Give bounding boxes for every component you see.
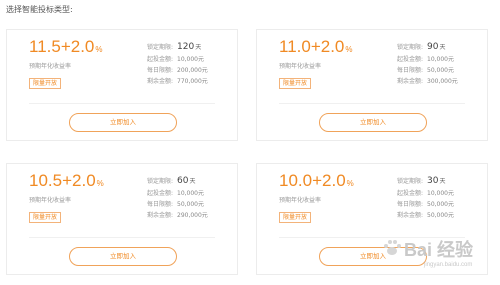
rate-value: 10.5+2.0% <box>29 171 104 191</box>
lock-period-label: 锁定期限: <box>147 44 174 51</box>
daily-limit-value: 50,000元 <box>427 201 454 208</box>
daily-limit-row: 每日限额: 50,000元 <box>397 65 458 76</box>
daily-limit-value: 50,000元 <box>427 67 454 74</box>
limited-badge: 限量开放 <box>29 78 62 89</box>
remaining-amount-label: 剩余金额: <box>397 78 424 85</box>
daily-limit-label: 每日限额: <box>397 67 424 74</box>
start-amount-label: 起投金额: <box>397 190 424 197</box>
rate-value: 10.0+2.0% <box>279 171 354 191</box>
join-button[interactable]: 立即加入 <box>69 113 177 132</box>
join-button[interactable]: 立即加入 <box>69 247 177 266</box>
lock-period-row: 锁定期限: 30天 <box>397 175 454 188</box>
start-amount-row: 起投金额: 10,000元 <box>397 54 458 65</box>
remaining-amount-value: 300,000元 <box>427 78 458 85</box>
remaining-amount-row: 剩余金额: 770,000元 <box>147 76 208 87</box>
remaining-amount-label: 剩余金额: <box>147 78 174 85</box>
daily-limit-row: 每日限额: 50,000元 <box>147 199 208 210</box>
product-details: 锁定期限: 120天 起投金额: 10,000元 每日限额: 200,000元 剩余金… <box>147 41 208 87</box>
product-card: 10.5+2.0% 预期年化收益率 限量开放 锁定期限: 60天 起投金额: 10,… <box>6 163 238 275</box>
join-button[interactable]: 立即加入 <box>319 113 427 132</box>
divider <box>29 237 215 238</box>
paw-icon <box>384 240 401 255</box>
divider <box>279 103 465 104</box>
limited-badge: 限量开放 <box>279 212 312 223</box>
lock-period-unit: 天 <box>195 44 202 51</box>
remaining-amount-value: 50,000元 <box>427 212 454 219</box>
daily-limit-value: 200,000元 <box>177 67 208 74</box>
lock-period-row: 锁定期限: 60天 <box>147 175 208 188</box>
lock-period-unit: 天 <box>439 178 446 185</box>
start-amount-row: 起投金额: 10,000元 <box>147 188 208 199</box>
daily-limit-label: 每日限额: <box>397 201 424 208</box>
lock-period-label: 锁定期限: <box>397 178 424 185</box>
lock-period-label: 锁定期限: <box>397 44 424 51</box>
start-amount-label: 起投金额: <box>397 56 424 63</box>
product-details: 锁定期限: 60天 起投金额: 10,000元 每日限额: 50,000元 剩余金额:… <box>147 175 208 221</box>
rate-label: 预期年化收益率 <box>279 197 322 204</box>
rate-main: 11.0+2.0 <box>279 37 345 56</box>
rate-value: 11.5+2.0% <box>29 37 103 57</box>
baidu-watermark: Bai 经验 jingyan.baidu.com <box>380 232 496 280</box>
remaining-amount-row: 剩余金额: 290,000元 <box>147 210 208 221</box>
rate-unit: % <box>96 179 104 188</box>
remaining-amount-value: 290,000元 <box>177 212 208 219</box>
product-details: 锁定期限: 90天 起投金额: 10,000元 每日限额: 50,000元 剩余金额:… <box>397 41 458 87</box>
start-amount-row: 起投金额: 10,000元 <box>397 188 454 199</box>
remaining-amount-value: 770,000元 <box>177 78 208 85</box>
start-amount-row: 起投金额: 10,000元 <box>147 54 208 65</box>
rate-label: 预期年化收益率 <box>279 63 322 70</box>
remaining-amount-label: 剩余金额: <box>397 212 424 219</box>
divider <box>29 103 215 104</box>
daily-limit-value: 50,000元 <box>177 201 204 208</box>
lock-period-unit: 天 <box>189 178 196 185</box>
product-details: 锁定期限: 30天 起投金额: 10,000元 每日限额: 50,000元 剩余金额:… <box>397 175 454 221</box>
lock-period-row: 锁定期限: 120天 <box>147 41 208 54</box>
rate-main: 11.5+2.0 <box>29 37 95 56</box>
rate-main: 10.0+2.0 <box>279 171 346 190</box>
watermark-sub: jingyan.baidu.com <box>424 262 473 268</box>
rate-label: 预期年化收益率 <box>29 197 72 204</box>
rate-value: 11.0+2.0% <box>279 37 353 57</box>
rate-main: 10.5+2.0 <box>29 171 96 190</box>
start-amount-value: 10,000元 <box>177 56 204 63</box>
start-amount-value: 10,000元 <box>427 190 454 197</box>
product-card: 11.0+2.0% 预期年化收益率 限量开放 锁定期限: 90天 起投金额: 10,… <box>256 29 488 141</box>
limited-badge: 限量开放 <box>279 78 312 89</box>
lock-period-value: 90 <box>427 42 439 52</box>
lock-period-unit: 天 <box>439 44 446 51</box>
lock-period-value: 30 <box>427 176 439 186</box>
watermark-text: Bai 经验 <box>404 240 474 260</box>
daily-limit-row: 每日限额: 200,000元 <box>147 65 208 76</box>
remaining-amount-row: 剩余金额: 300,000元 <box>397 76 458 87</box>
lock-period-label: 锁定期限: <box>147 178 174 185</box>
start-amount-label: 起投金额: <box>147 190 174 197</box>
rate-unit: % <box>95 45 103 54</box>
daily-limit-label: 每日限额: <box>147 201 174 208</box>
lock-period-value: 60 <box>177 176 189 186</box>
page-title: 选择智能投标类型: <box>6 5 73 14</box>
product-card: 11.5+2.0% 预期年化收益率 限量开放 锁定期限: 120天 起投金额: 10… <box>6 29 238 141</box>
remaining-amount-label: 剩余金额: <box>147 212 174 219</box>
lock-period-row: 锁定期限: 90天 <box>397 41 458 54</box>
rate-label: 预期年化收益率 <box>29 63 72 70</box>
rate-unit: % <box>345 45 353 54</box>
daily-limit-row: 每日限额: 50,000元 <box>397 199 454 210</box>
start-amount-label: 起投金额: <box>147 56 174 63</box>
lock-period-value: 120 <box>177 42 195 52</box>
daily-limit-label: 每日限额: <box>147 67 174 74</box>
rate-unit: % <box>346 179 354 188</box>
start-amount-value: 10,000元 <box>427 56 454 63</box>
remaining-amount-row: 剩余金额: 50,000元 <box>397 210 454 221</box>
start-amount-value: 10,000元 <box>177 190 204 197</box>
limited-badge: 限量开放 <box>29 212 62 223</box>
